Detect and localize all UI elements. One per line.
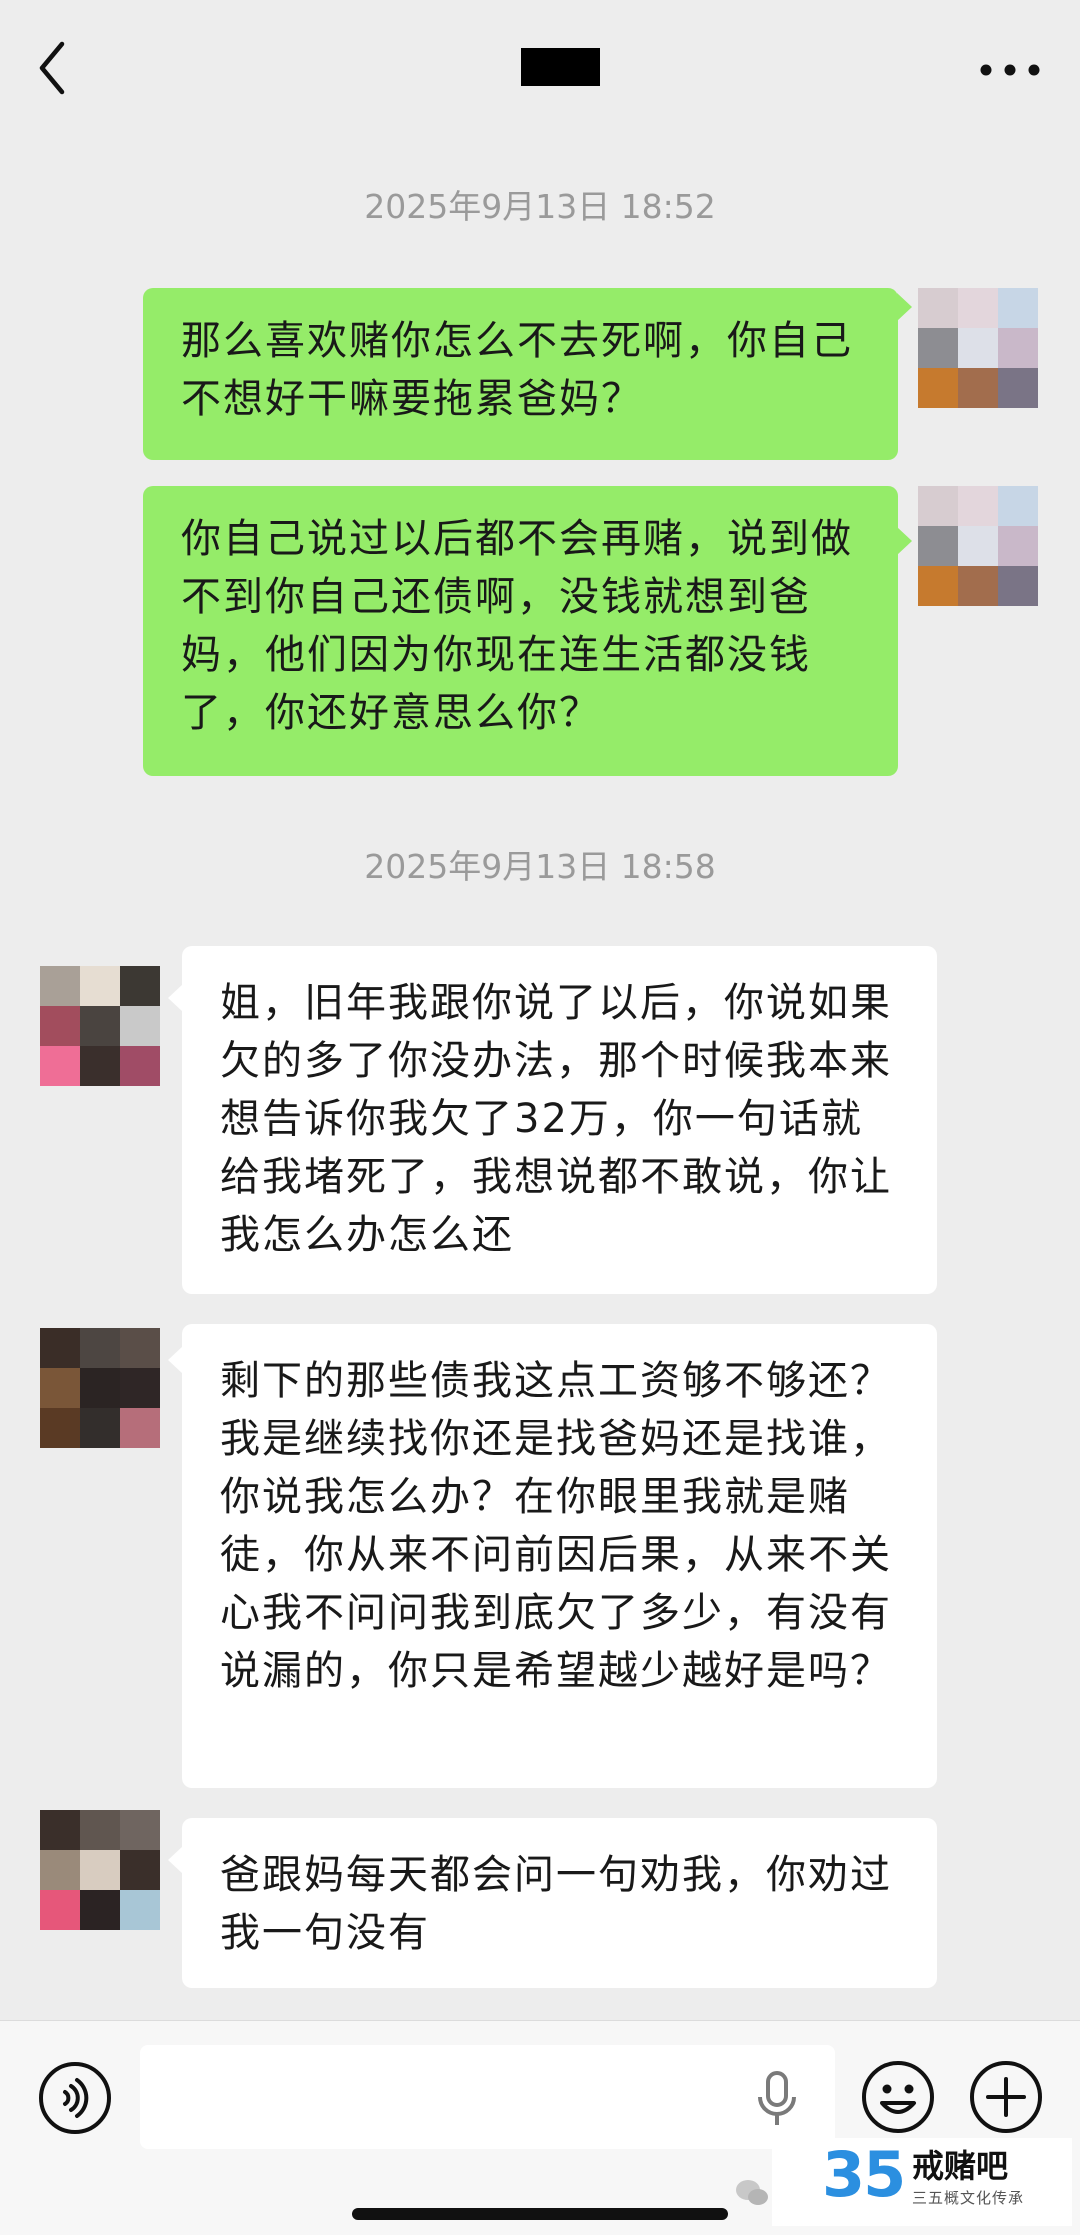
sent-message-bubble[interactable]: 你自己说过以后都不会再赌，说到做不到你自己还债啊，没钱就想到爸妈，他们因为你现在… bbox=[143, 486, 898, 776]
chat-header bbox=[0, 0, 1080, 135]
bubble-tail bbox=[897, 293, 912, 321]
avatar-contact[interactable] bbox=[40, 966, 160, 1086]
avatar-pixel bbox=[80, 1046, 120, 1086]
avatar-pixel bbox=[998, 288, 1038, 328]
avatar-pixel bbox=[918, 368, 958, 408]
avatar-self[interactable] bbox=[918, 486, 1038, 606]
avatar-pixel bbox=[120, 966, 160, 1006]
avatar-pixel bbox=[998, 328, 1038, 368]
avatar-pixel bbox=[120, 1850, 160, 1890]
avatar-pixel bbox=[120, 1368, 160, 1408]
avatar-pixel bbox=[998, 526, 1038, 566]
avatar-pixel bbox=[120, 1006, 160, 1046]
home-indicator bbox=[352, 2208, 728, 2220]
avatar-self[interactable] bbox=[918, 288, 1038, 408]
avatar-pixel bbox=[80, 1328, 120, 1368]
avatar-pixel bbox=[80, 1368, 120, 1408]
bubble-tail bbox=[168, 1846, 183, 1874]
avatar-pixel bbox=[918, 328, 958, 368]
wechat-logo-icon bbox=[736, 2180, 768, 2205]
message-input[interactable] bbox=[140, 2045, 835, 2149]
avatar-pixel bbox=[958, 526, 998, 566]
chevron-left-icon[interactable] bbox=[28, 36, 88, 100]
message-text: 爸跟妈每天都会问一句劝我，你劝过我一句没有 bbox=[220, 1852, 892, 1956]
avatar-pixel bbox=[958, 288, 998, 328]
avatar-pixel bbox=[918, 486, 958, 526]
avatar-pixel bbox=[958, 486, 998, 526]
message-timestamp: 2025年9月13日 18:52 bbox=[364, 187, 716, 226]
avatar-pixel bbox=[958, 566, 998, 606]
avatar-pixel bbox=[40, 1890, 80, 1930]
avatar-pixel bbox=[998, 566, 1038, 606]
watermark-subtitle: 三五概文化传承 bbox=[912, 2189, 1025, 2207]
avatar-pixel bbox=[40, 1850, 80, 1890]
sent-message-bubble[interactable]: 那么喜欢赌你怎么不去死啊，你自己不想好干嘛要拖累爸妈？ bbox=[143, 288, 898, 460]
avatar-pixel bbox=[918, 288, 958, 328]
message-text: 你自己说过以后都不会再赌，说到做不到你自己还债啊，没钱就想到爸妈，他们因为你现在… bbox=[181, 516, 853, 736]
plus-icon[interactable] bbox=[968, 2059, 1044, 2135]
avatar-pixel bbox=[80, 1890, 120, 1930]
microphone-icon[interactable] bbox=[755, 2069, 799, 2129]
avatar-pixel bbox=[120, 1810, 160, 1850]
message-text: 剩下的那些债我这点工资够不够还？我是继续找你还是找爸妈还是找谁，你说我怎么办？在… bbox=[220, 1358, 892, 1694]
avatar-pixel bbox=[918, 566, 958, 606]
avatar-contact[interactable] bbox=[40, 1328, 160, 1448]
avatar-pixel bbox=[40, 1408, 80, 1448]
message-text: 姐，旧年我跟你说了以后，你说如果欠的多了你没办法，那个时候我本来想告诉你我欠了3… bbox=[220, 980, 892, 1258]
avatar-pixel bbox=[958, 328, 998, 368]
avatar-pixel bbox=[40, 966, 80, 1006]
avatar-pixel bbox=[120, 1328, 160, 1368]
bubble-tail bbox=[168, 1346, 183, 1374]
watermark-title: 戒赌吧 bbox=[912, 2147, 1009, 2185]
avatar-contact[interactable] bbox=[40, 1810, 160, 1930]
message-text: 那么喜欢赌你怎么不去死啊，你自己不想好干嘛要拖累爸妈？ bbox=[181, 318, 853, 422]
bubble-tail bbox=[897, 527, 912, 555]
chat-title-redacted bbox=[521, 48, 600, 86]
avatar-pixel bbox=[120, 1890, 160, 1930]
avatar-pixel bbox=[998, 486, 1038, 526]
avatar-pixel bbox=[40, 1328, 80, 1368]
avatar-pixel bbox=[80, 1850, 120, 1890]
received-message-bubble[interactable]: 爸跟妈每天都会问一句劝我，你劝过我一句没有 bbox=[182, 1818, 937, 1988]
watermark-logo: 35 bbox=[822, 2138, 906, 2211]
received-message-bubble[interactable]: 姐，旧年我跟你说了以后，你说如果欠的多了你没办法，那个时候我本来想告诉你我欠了3… bbox=[182, 946, 937, 1294]
avatar-pixel bbox=[998, 368, 1038, 408]
avatar-pixel bbox=[80, 966, 120, 1006]
avatar-pixel bbox=[120, 1408, 160, 1448]
avatar-pixel bbox=[80, 1408, 120, 1448]
avatar-pixel bbox=[120, 1046, 160, 1086]
avatar-pixel bbox=[80, 1810, 120, 1850]
avatar-pixel bbox=[40, 1810, 80, 1850]
avatar-pixel bbox=[40, 1006, 80, 1046]
emoji-icon[interactable] bbox=[860, 2059, 936, 2135]
message-timestamp: 2025年9月13日 18:58 bbox=[364, 847, 716, 886]
avatar-pixel bbox=[40, 1046, 80, 1086]
bubble-tail bbox=[168, 984, 183, 1012]
avatar-pixel bbox=[80, 1006, 120, 1046]
avatar-pixel bbox=[40, 1368, 80, 1408]
avatar-pixel bbox=[958, 368, 998, 408]
received-message-bubble[interactable]: 剩下的那些债我这点工资够不够还？我是继续找你还是找爸妈还是找谁，你说我怎么办？在… bbox=[182, 1324, 937, 1788]
voice-icon[interactable] bbox=[38, 2061, 112, 2135]
more-horizontal-icon[interactable] bbox=[975, 50, 1045, 90]
avatar-pixel bbox=[918, 526, 958, 566]
